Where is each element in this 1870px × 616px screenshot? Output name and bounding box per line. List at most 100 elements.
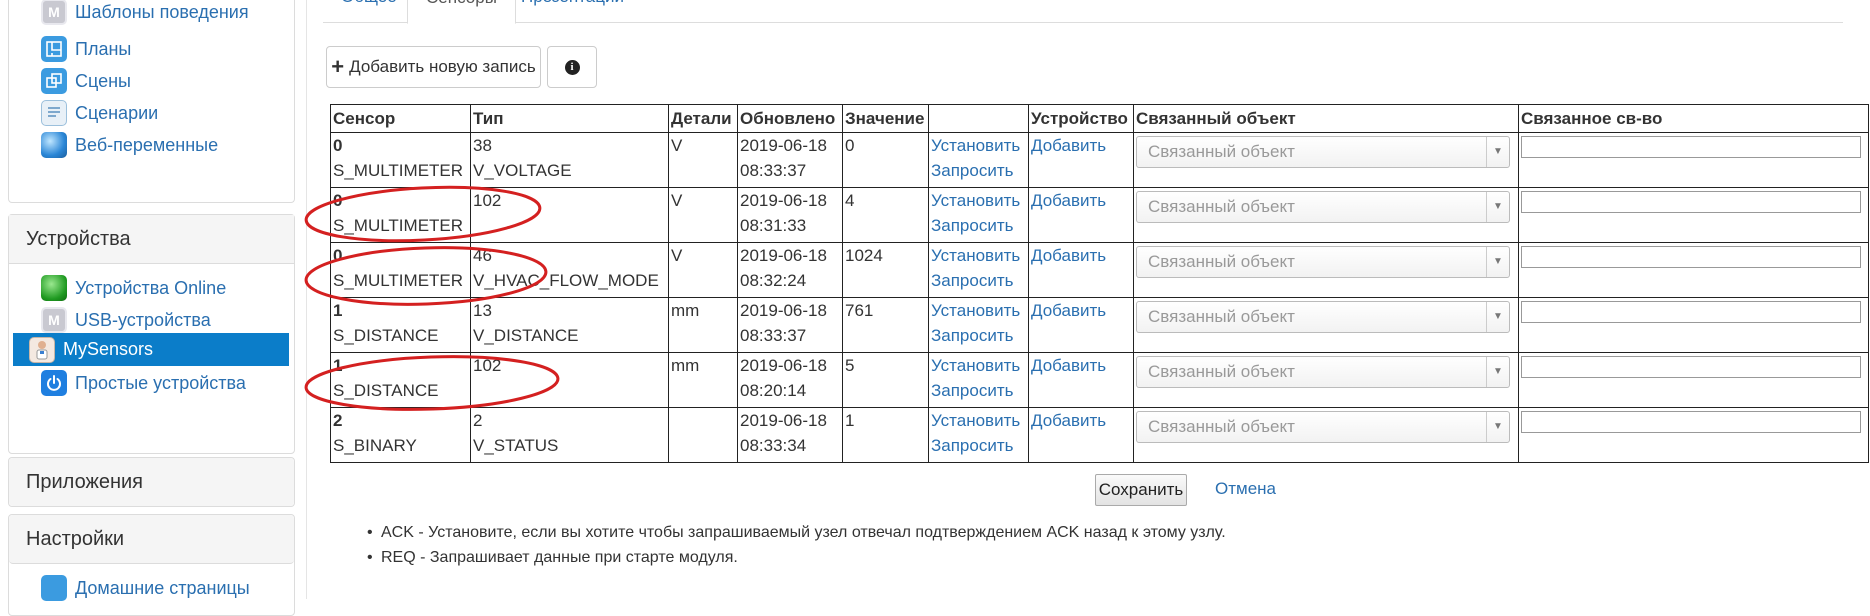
sidebar-item-mysensors[interactable]: MySensors [13,333,289,366]
linked-property-input[interactable] [1521,356,1861,378]
sensor-id: 0 [333,246,343,265]
updated-date: 2019-06-18 [740,301,827,320]
tab-sensors[interactable]: Сенсоры [407,0,516,24]
select-placeholder: Связанный объект [1148,362,1295,381]
set-link[interactable]: Установить [931,409,1026,434]
sidebar-panel-general: M Шаблоны поведения Планы Сцены Сценарии… [8,0,295,203]
cancel-link[interactable]: Отмена [1215,479,1276,499]
request-link[interactable]: Запросить [931,158,1026,183]
table-row: 1 S_DISTANCE 13 V_DISTANCE mm 2019-06-18 08:33… [330,297,1869,353]
sidebar-item-behavior-templates[interactable]: M Шаблоны поведения [15,0,295,30]
sidebar-item-home-pages[interactable]: Домашние страницы [15,570,295,606]
linked-property-cell [1518,352,1869,408]
updated-date: 2019-06-18 [740,136,827,155]
device-cell: Добавить [1028,407,1134,463]
set-link[interactable]: Установить [931,244,1026,269]
linked-object-cell: Связанный объект ▼ [1133,297,1519,353]
updated-cell: 2019-06-18 08:33:34 [737,407,843,463]
sensor-type: S_DISTANCE [333,381,439,400]
col-linked-property: Связанное св-во [1518,104,1869,133]
linked-object-cell: Связанный объект ▼ [1133,132,1519,188]
sidebar-item-online-devices[interactable]: Устройства Online [15,270,295,306]
chevron-down-icon: ▼ [1486,412,1509,442]
sidebar-item-web-variables[interactable]: Веб-переменные [15,127,295,163]
scenes-icon [41,68,67,94]
sidebar-item-scenes[interactable]: Сцены [15,63,295,99]
plans-icon [41,36,67,62]
settings-header[interactable]: Настройки [9,515,294,564]
updated-cell: 2019-06-18 08:32:24 [737,242,843,298]
tab-general[interactable]: Общее [323,0,415,22]
add-device-link[interactable]: Добавить [1031,356,1106,375]
actions-cell: Установить Запросить [928,407,1029,463]
set-link[interactable]: Установить [931,134,1026,159]
set-link[interactable]: Установить [931,189,1026,214]
table-row: 1 S_DISTANCE 102 mm 2019-06-18 08:20:14 5 Устан… [330,352,1869,408]
table-row: 0 S_MULTIMETER 38 V_VOLTAGE V 2019-06-18 08:33… [330,132,1869,188]
updated-time: 08:33:37 [740,326,807,345]
sensor-cell: 1 S_DISTANCE [330,352,471,408]
linked-object-select[interactable]: Связанный объект ▼ [1136,191,1510,223]
linked-property-input[interactable] [1521,191,1861,213]
linked-object-select[interactable]: Связанный объект ▼ [1136,246,1510,278]
details-cell: mm [668,352,738,408]
value-cell: 1024 [842,242,929,298]
linked-object-select[interactable]: Связанный объект ▼ [1136,411,1510,443]
add-record-button[interactable]: + Добавить новую запись [326,46,541,88]
devices-header[interactable]: Устройства [9,215,294,264]
details-cell: V [668,242,738,298]
linked-property-input[interactable] [1521,246,1861,268]
table-header-row: Сенсор Тип Детали Обновлено Значение Уст… [330,104,1869,133]
linked-property-cell [1518,297,1869,353]
type-id: 38 [473,136,492,155]
sidebar-panel-apps: Приложения [8,457,295,507]
details-cell [668,407,738,463]
linked-object-cell: Связанный объект ▼ [1133,407,1519,463]
request-link[interactable]: Запросить [931,323,1026,348]
chevron-down-icon: ▼ [1486,137,1509,167]
mysensors-icon [29,336,55,363]
actions-cell: Установить Запросить [928,242,1029,298]
request-link[interactable]: Запросить [931,268,1026,293]
sensor-type: S_DISTANCE [333,326,439,345]
sidebar-item-label: Веб-переменные [75,134,219,155]
sidebar-item-simple-devices[interactable]: Простые устройства [15,365,295,401]
linked-property-input[interactable] [1521,411,1861,433]
sensor-cell: 0 S_MULTIMETER [330,242,471,298]
col-linked-object: Связанный объект [1133,104,1519,133]
actions-cell: Установить Запросить [928,352,1029,408]
sidebar-item-scripts[interactable]: Сценарии [15,95,295,131]
apps-header[interactable]: Приложения [9,458,294,506]
linked-object-select[interactable]: Связанный объект ▼ [1136,356,1510,388]
note-text: - Запрашивает данные при старте модуля. [415,549,738,566]
add-device-link[interactable]: Добавить [1031,191,1106,210]
value-cell: 4 [842,187,929,243]
select-placeholder: Связанный объект [1148,197,1295,216]
power-icon [41,370,67,396]
details-cell: mm [668,297,738,353]
set-link[interactable]: Установить [931,299,1026,324]
set-link[interactable]: Установить [931,354,1026,379]
linked-object-select[interactable]: Связанный объект ▼ [1136,136,1510,168]
add-device-link[interactable]: Добавить [1031,246,1106,265]
add-device-link[interactable]: Добавить [1031,301,1106,320]
type-name: V_STATUS [473,436,559,455]
request-link[interactable]: Запросить [931,433,1026,458]
updated-cell: 2019-06-18 08:33:37 [737,132,843,188]
linked-object-select[interactable]: Связанный объект ▼ [1136,301,1510,333]
notes-list: ACK - Установите, если вы хотите чтобы з… [367,520,1226,570]
col-device: Устройство [1028,104,1134,133]
tab-bar: Общее Сенсоры Презентации [323,0,1843,24]
add-device-link[interactable]: Добавить [1031,136,1106,155]
save-button[interactable]: Сохранить [1095,474,1187,506]
linked-property-input[interactable] [1521,301,1861,323]
sidebar-item-label: Шаблоны поведения [75,1,249,22]
type-cell: 13 V_DISTANCE [470,297,669,353]
tab-presentations[interactable]: Презентации [503,0,642,22]
request-link[interactable]: Запросить [931,378,1026,403]
sidebar-item-plans[interactable]: Планы [15,31,295,67]
request-link[interactable]: Запросить [931,213,1026,238]
linked-property-input[interactable] [1521,136,1861,158]
info-button[interactable]: i [547,46,597,88]
add-device-link[interactable]: Добавить [1031,411,1106,430]
